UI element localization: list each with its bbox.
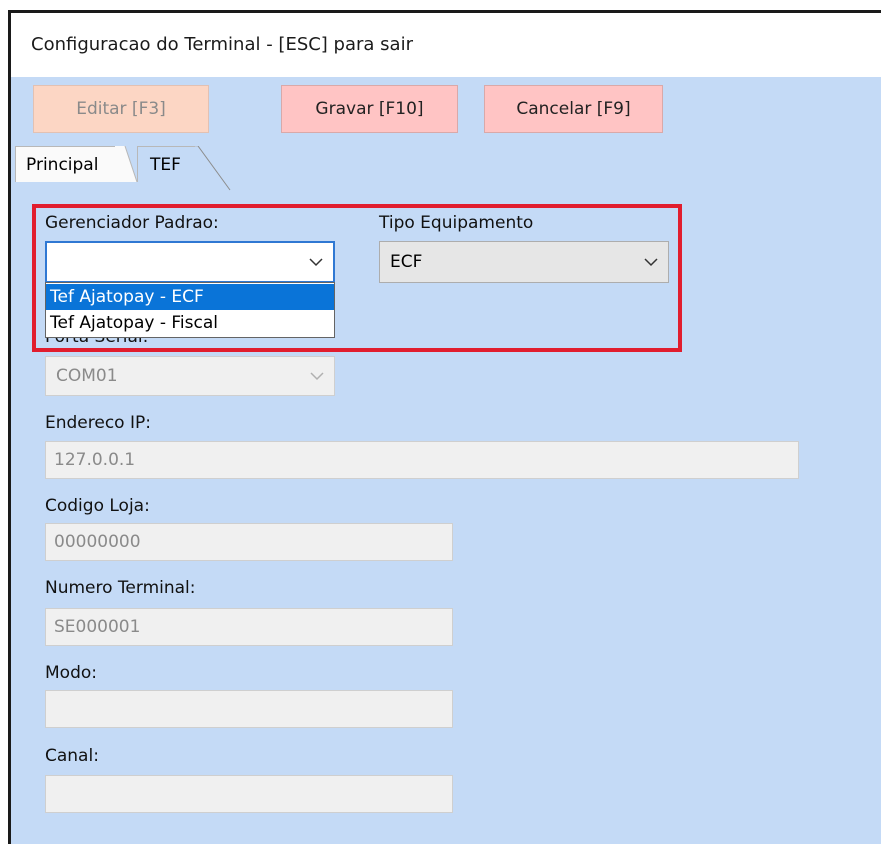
dropdown-option[interactable]: Tef Ajatopay - ECF [46, 284, 334, 310]
modo-label: Modo: [45, 663, 97, 683]
gerenciador-dropdown-list: Tef Ajatopay - ECF Tef Ajatopay - Fiscal [45, 282, 335, 338]
tab-tef-edge [194, 146, 231, 191]
tab-principal[interactable]: Principal [15, 146, 125, 182]
canal-field[interactable] [45, 775, 453, 813]
edit-button[interactable]: Editar [F3] [33, 85, 209, 133]
codigo-loja-value: 00000000 [54, 532, 141, 552]
modo-field[interactable] [45, 690, 453, 728]
numero-terminal-value: SE000001 [54, 617, 141, 637]
window-title: Configuracao do Terminal - [ESC] para sa… [31, 34, 413, 55]
gerenciador-label: Gerenciador Padrao: [45, 213, 219, 233]
tipo-equipamento-label: Tipo Equipamento [379, 213, 534, 233]
tab-tef[interactable]: TEF [137, 146, 195, 182]
canal-label: Canal: [45, 746, 99, 766]
codigo-loja-label: Codigo Loja: [45, 496, 150, 516]
tab-principal-label: Principal [26, 154, 99, 175]
endereco-ip-label: Endereco IP: [45, 413, 151, 433]
save-button[interactable]: Gravar [F10] [281, 85, 458, 133]
numero-terminal-field[interactable]: SE000001 [45, 608, 453, 646]
chevron-down-icon[interactable] [309, 257, 323, 267]
gerenciador-combo[interactable] [45, 241, 335, 283]
endereco-ip-field[interactable]: 127.0.0.1 [45, 441, 799, 479]
endereco-ip-value: 127.0.0.1 [54, 450, 136, 470]
numero-terminal-label: Numero Terminal: [45, 578, 196, 598]
tab-tef-label: TEF [150, 154, 181, 175]
title-bar: Configuracao do Terminal - [ESC] para sa… [11, 13, 881, 77]
terminal-config-window: Configuracao do Terminal - [ESC] para sa… [11, 13, 881, 844]
cancel-button[interactable]: Cancelar [F9] [484, 85, 663, 133]
porta-serial-value: COM01 [56, 366, 118, 386]
chevron-down-icon[interactable] [310, 371, 324, 381]
porta-serial-combo[interactable]: COM01 [45, 356, 335, 396]
codigo-loja-field[interactable]: 00000000 [45, 523, 453, 561]
tipo-equipamento-value: ECF [390, 252, 423, 272]
chevron-down-icon[interactable] [644, 257, 658, 267]
tab-principal-edge [115, 146, 137, 182]
tipo-equipamento-combo[interactable]: ECF [379, 241, 669, 283]
dropdown-option[interactable]: Tef Ajatopay - Fiscal [46, 310, 334, 336]
